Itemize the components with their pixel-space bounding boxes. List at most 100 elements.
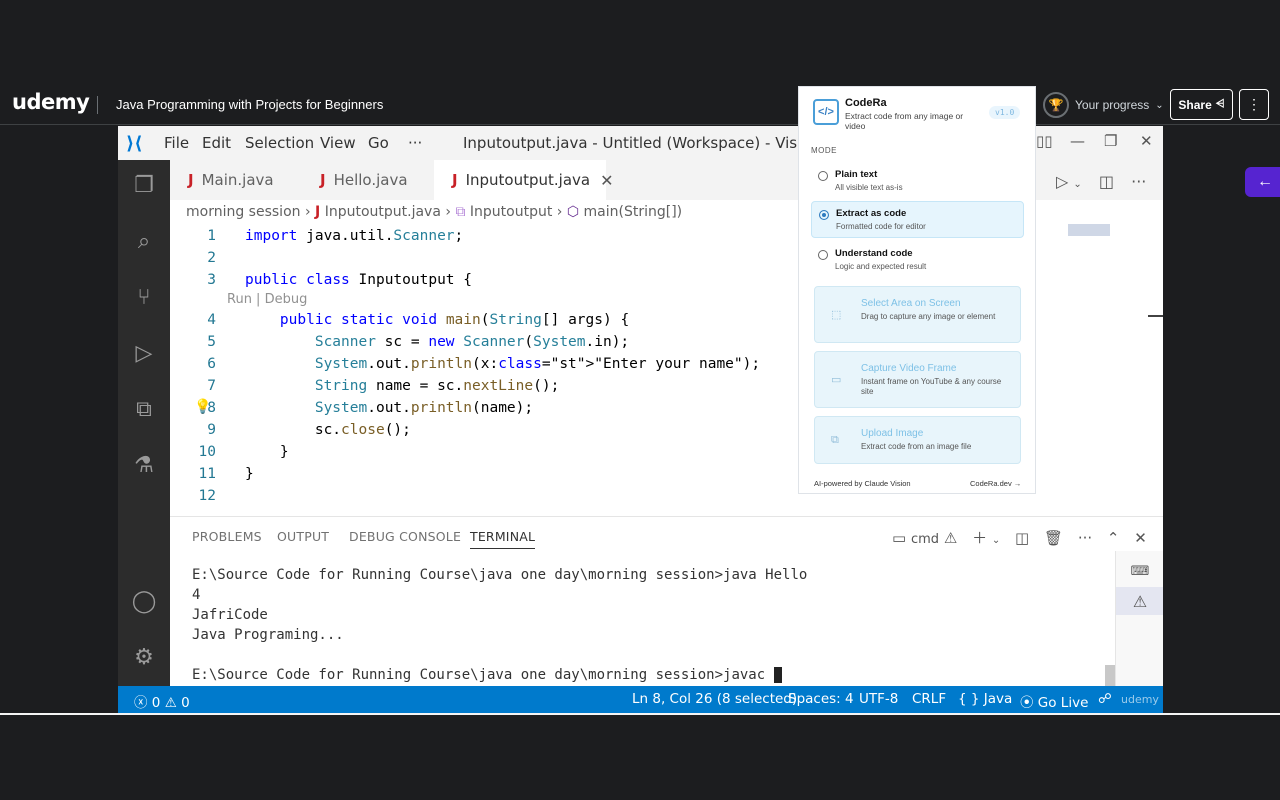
minimize-icon[interactable]: — (1070, 132, 1085, 150)
indentation[interactable]: Spaces: 4 (788, 691, 854, 707)
radio-button[interactable] (818, 171, 828, 181)
close-window-icon[interactable]: ✕ (1140, 132, 1153, 150)
breadcrumb: morning session › J Inputoutput.java › ⧉… (186, 204, 682, 220)
restore-icon[interactable]: ❐ (1104, 132, 1117, 150)
action-description: Instant frame on YouTube & any course si… (861, 377, 1002, 396)
menu-edit[interactable]: Edit (202, 134, 231, 152)
code-line: public class Inputoutput { (245, 272, 472, 288)
warning-icon: ⚠ (943, 529, 958, 547)
terminal-line: E:\Source Code for Running Course\java o… (192, 667, 774, 683)
add-terminal-icon[interactable]: ＋ (972, 529, 987, 547)
breadcrumb-folder[interactable]: morning session (186, 204, 301, 220)
line-number: 12 (198, 488, 216, 504)
mode-extract-as-code[interactable]: Extract as code Formatted code for edito… (811, 201, 1024, 238)
close-tab-icon[interactable]: ✕ (600, 171, 613, 190)
extensions-icon[interactable]: ⧉ (131, 396, 157, 422)
more-icon[interactable]: ··· (1078, 529, 1092, 547)
tab-debug-console[interactable]: DEBUG CONSOLE (349, 529, 461, 544)
menu-file[interactable]: File (164, 134, 189, 152)
settings-gear-icon[interactable]: ⚙ (131, 644, 157, 670)
tab-hello-java[interactable]: J Hello.java (302, 160, 434, 200)
select-area-button[interactable]: ⬚ Select Area on Screen Drag to capture … (814, 286, 1021, 343)
tab-terminal[interactable]: TERMINAL (470, 529, 536, 549)
editor-actions: ▷ ⌄ ◫ ··· (1056, 172, 1146, 191)
warning-icon[interactable]: ⚠ (1116, 587, 1163, 615)
chevron-down-icon[interactable]: ⌄ (1073, 179, 1081, 190)
java-file-icon: J (320, 171, 326, 189)
lightbulb-icon[interactable]: 💡 (194, 399, 211, 415)
terminal-shell-icon[interactable]: ⌨ (1116, 559, 1163, 583)
chevron-right-icon: › (556, 204, 567, 220)
menu-go[interactable]: Go (368, 134, 389, 152)
more-options-button[interactable]: ⋮ (1239, 89, 1269, 120)
menu-more[interactable]: ··· (408, 134, 422, 152)
terminal-output[interactable]: E:\Source Code for Running Course\java o… (192, 565, 807, 685)
action-description: Extract code from an image file (861, 442, 972, 451)
status-bar: ⓧ 0 ⚠ 0 Ln 8, Col 26 (8 selected) Spaces… (118, 686, 1163, 713)
feedback-icon[interactable]: ☍ (1098, 691, 1112, 707)
chevron-down-icon[interactable]: ⌄ (992, 535, 1000, 546)
warning-count: 0 (181, 695, 190, 711)
language-label: Java (983, 691, 1013, 707)
udemy-logo[interactable]: udemy (12, 90, 90, 114)
radio-button[interactable] (819, 210, 829, 220)
codera-logo-icon: </> (813, 99, 839, 125)
split-terminal-icon[interactable]: ◫ (1015, 529, 1029, 547)
progress-label: Your progress (1075, 98, 1150, 112)
run-icon[interactable]: ▷ (1056, 172, 1068, 191)
mode-plain-text[interactable]: Plain text All visible text as-is (811, 163, 1024, 200)
line-ending[interactable]: CRLF (912, 691, 946, 707)
minimap[interactable] (1068, 224, 1110, 236)
mode-heading: MODE (811, 146, 837, 155)
source-control-icon[interactable]: ⑂ (131, 284, 157, 310)
radio-button[interactable] (818, 250, 828, 260)
trash-icon[interactable]: 🗑 (1044, 529, 1063, 547)
testing-icon[interactable]: ⚗ (131, 452, 157, 478)
breadcrumb-file[interactable]: Inputoutput.java (325, 204, 441, 220)
layout-icon[interactable]: ▯▯ (1036, 132, 1053, 150)
breadcrumb-method[interactable]: main(String[]) (584, 204, 683, 220)
video-bottom-border (0, 713, 1280, 715)
error-icon: ⓧ (134, 695, 148, 711)
tab-problems[interactable]: PROBLEMS (192, 529, 262, 544)
run-debug-icon[interactable]: ▷ (131, 340, 157, 366)
terminal-shell-label[interactable]: cmd (911, 532, 939, 547)
udemy-watermark: udemy (1121, 693, 1159, 706)
line-number: 2 (207, 250, 216, 266)
mode-description: Formatted code for editor (836, 222, 926, 231)
upload-image-button[interactable]: ⧉ Upload Image Extract code from an imag… (814, 416, 1021, 464)
share-button[interactable]: Share ⩤ (1170, 89, 1233, 120)
terminal-cursor (773, 667, 782, 683)
breadcrumb-class[interactable]: Inputoutput (470, 204, 552, 220)
close-panel-icon[interactable]: ✕ (1134, 529, 1147, 547)
codera-site-link[interactable]: CodeRa.dev → (970, 479, 1021, 488)
terminal-scrollbar[interactable] (1105, 665, 1115, 687)
problems-status[interactable]: ⓧ 0 ⚠ 0 (134, 691, 190, 711)
go-live[interactable]: ⦿ Go Live (1020, 691, 1088, 711)
codera-name: CodeRa (845, 97, 887, 109)
capture-video-frame-button[interactable]: ▭ Capture Video Frame Instant frame on Y… (814, 351, 1021, 408)
language-mode[interactable]: { } Java (958, 691, 1012, 707)
menu-view[interactable]: View (320, 134, 356, 152)
mode-understand-code[interactable]: Understand code Logic and expected resul… (811, 242, 1024, 279)
split-editor-icon[interactable]: ◫ (1099, 172, 1114, 191)
tab-main-java[interactable]: J Main.java (170, 160, 302, 200)
action-title: Upload Image (861, 428, 924, 439)
cursor-position[interactable]: Ln 8, Col 26 (8 selected) (632, 691, 797, 707)
codelens-run-debug[interactable]: Run | Debug (227, 292, 307, 307)
more-actions-icon[interactable]: ··· (1131, 172, 1146, 191)
maximize-panel-icon[interactable]: ⌃ (1107, 529, 1120, 547)
tab-inputoutput-java[interactable]: J Inputoutput.java ✕ (434, 160, 614, 200)
progress-dropdown[interactable]: 🏆 Your progress ⌄ (1043, 92, 1164, 118)
menu-selection[interactable]: Selection (245, 134, 314, 152)
search-icon[interactable]: ⌕ (131, 228, 157, 254)
mode-title: Plain text (835, 169, 878, 180)
account-icon[interactable]: ◯ (131, 588, 157, 614)
tab-output[interactable]: OUTPUT (277, 529, 329, 544)
expand-sidebar-button[interactable]: ← (1245, 167, 1280, 197)
course-title[interactable]: Java Programming with Projects for Begin… (116, 97, 383, 112)
activity-bar: ❐ ⌕ ⑂ ▷ ⧉ ⚗ ◯ ⚙ (118, 160, 170, 686)
explorer-icon[interactable]: ❐ (131, 172, 157, 198)
encoding[interactable]: UTF-8 (859, 691, 898, 707)
line-number: 1 (207, 228, 216, 244)
